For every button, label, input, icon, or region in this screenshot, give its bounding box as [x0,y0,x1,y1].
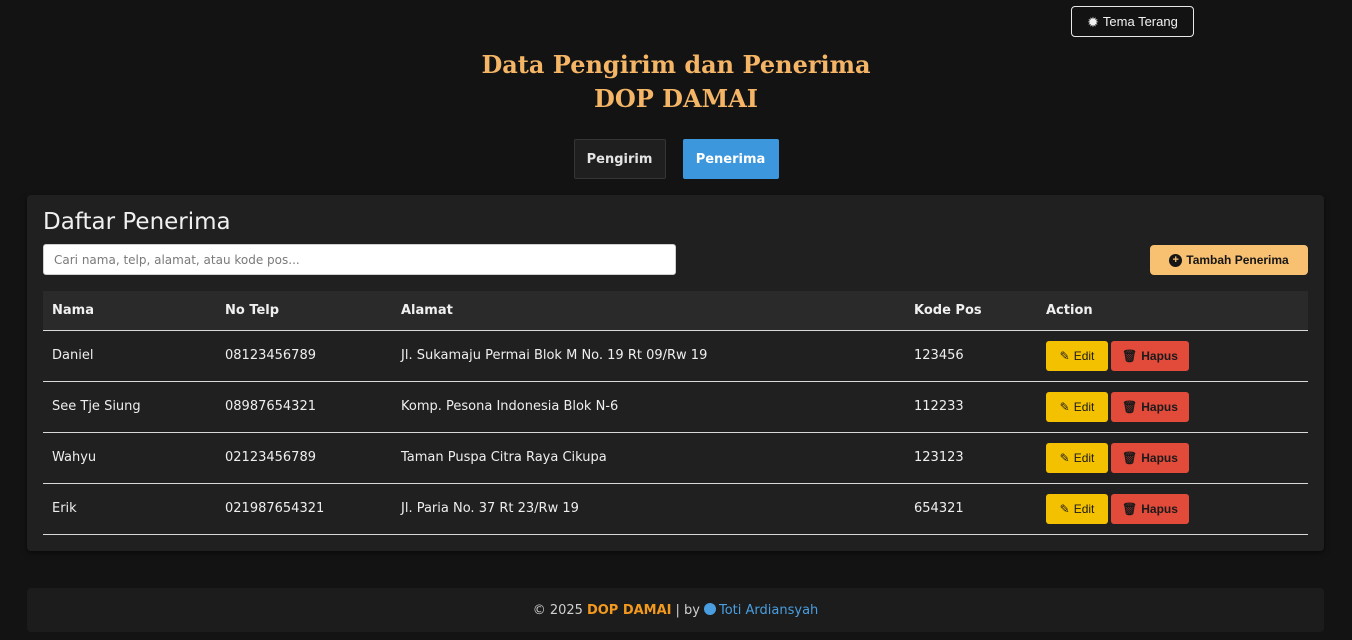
cell-nama: Daniel [52,348,94,363]
tab-pengirim[interactable]: Pengirim [573,139,666,179]
recipient-card: Daftar Penerima + Tambah Penerima Nama N… [27,195,1324,551]
cell-telp: 08123456789 [225,348,316,363]
search-input[interactable] [43,244,676,275]
cell-kode-pos: 123123 [914,450,964,465]
trash-icon: 🗑 [1122,348,1138,363]
add-recipient-label: Tambah Penerima [1186,253,1289,267]
cell-nama: Erik [52,501,77,516]
edit-button[interactable]: ✎ Edit [1046,391,1108,422]
delete-button[interactable]: 🗑 Hapus [1111,442,1189,473]
footer-author-link[interactable]: Toti Ardiansyah [704,602,819,618]
footer: © 2025 DOP DAMAI | by Toti Ardiansyah [27,588,1324,632]
header-alamat: Alamat [392,291,905,331]
footer-author-label: Toti Ardiansyah [719,602,819,618]
trash-icon: 🗑 [1122,450,1138,465]
cell-action: ✎ Edit 🗑 Hapus [1037,330,1308,381]
theme-toggle-label: Tema Terang [1102,14,1178,29]
tab-penerima[interactable]: Penerima [682,139,779,179]
header-nama: Nama [43,291,216,331]
edit-button[interactable]: ✎ Edit [1046,442,1108,473]
table-row: Wahyu 02123456789 Taman Puspa Citra Raya… [43,432,1308,483]
edit-button[interactable]: ✎ Edit [1046,493,1108,524]
header-no-telp: No Telp [216,291,392,331]
cell-kode-pos: 123456 [914,348,964,363]
cell-telp: 021987654321 [225,501,325,516]
edit-icon: ✎ [1059,450,1070,465]
header-action: Action [1037,291,1308,331]
edit-icon: ✎ [1059,501,1070,516]
header-kode-pos: Kode Pos [905,291,1037,331]
table-header-row: Nama No Telp Alamat Kode Pos Action [43,291,1308,331]
delete-button[interactable]: 🗑 Hapus [1111,340,1189,371]
cell-alamat: Jl. Paria No. 37 Rt 23/Rw 19 [401,501,579,516]
cell-nama: See Tje Siung [52,399,141,414]
footer-brand: DOP DAMAI [586,602,672,618]
edit-label: Edit [1073,348,1095,363]
github-icon [704,602,716,615]
edit-label: Edit [1073,399,1095,414]
table-row: Erik 021987654321 Jl. Paria No. 37 Rt 23… [43,483,1308,534]
tab-bar: Pengirim Penerima [0,139,1352,179]
cell-alamat: Komp. Pesona Indonesia Blok N-6 [401,399,619,414]
cell-action: ✎ Edit 🗑 Hapus [1037,483,1308,534]
table-row: See Tje Siung 08987654321 Komp. Pesona I… [43,381,1308,432]
theme-toggle-button[interactable]: ✹ Tema Terang [1071,6,1194,37]
trash-icon: 🗑 [1122,501,1138,516]
card-title: Daftar Penerima [43,209,231,235]
page-title: Data Pengirim dan Penerima DOP DAMAI [0,48,1352,116]
cell-alamat: Taman Puspa Citra Raya Cikupa [401,450,607,465]
table-row: Daniel 08123456789 Jl. Sukamaju Permai B… [43,330,1308,381]
edit-icon: ✎ [1059,348,1070,363]
cell-kode-pos: 112233 [914,399,964,414]
edit-icon: ✎ [1059,399,1070,414]
cell-telp: 02123456789 [225,450,316,465]
cell-nama: Wahyu [52,450,97,465]
cell-kode-pos: 654321 [914,501,964,516]
delete-button[interactable]: 🗑 Hapus [1111,391,1189,422]
recipient-table: Nama No Telp Alamat Kode Pos Action Dani… [43,291,1308,535]
trash-icon: 🗑 [1122,399,1138,414]
edit-button[interactable]: ✎ Edit [1046,340,1108,371]
footer-separator: | by [675,602,700,618]
add-recipient-button[interactable]: + Tambah Penerima [1150,245,1308,275]
edit-label: Edit [1073,501,1095,516]
cell-telp: 08987654321 [225,399,316,414]
delete-label: Hapus [1141,450,1178,465]
plus-circle-icon: + [1169,253,1183,267]
delete-label: Hapus [1141,348,1178,363]
page-title-line1: Data Pengirim dan Penerima [481,50,871,79]
footer-copyright: © 2025 [532,602,583,618]
page-title-line2: DOP DAMAI [594,84,758,113]
delete-label: Hapus [1141,399,1178,414]
cell-alamat: Jl. Sukamaju Permai Blok M No. 19 Rt 09/… [401,348,708,363]
gear-icon: ✹ [1087,13,1099,30]
edit-label: Edit [1073,450,1095,465]
cell-action: ✎ Edit 🗑 Hapus [1037,381,1308,432]
delete-label: Hapus [1141,501,1178,516]
delete-button[interactable]: 🗑 Hapus [1111,493,1189,524]
cell-action: ✎ Edit 🗑 Hapus [1037,432,1308,483]
